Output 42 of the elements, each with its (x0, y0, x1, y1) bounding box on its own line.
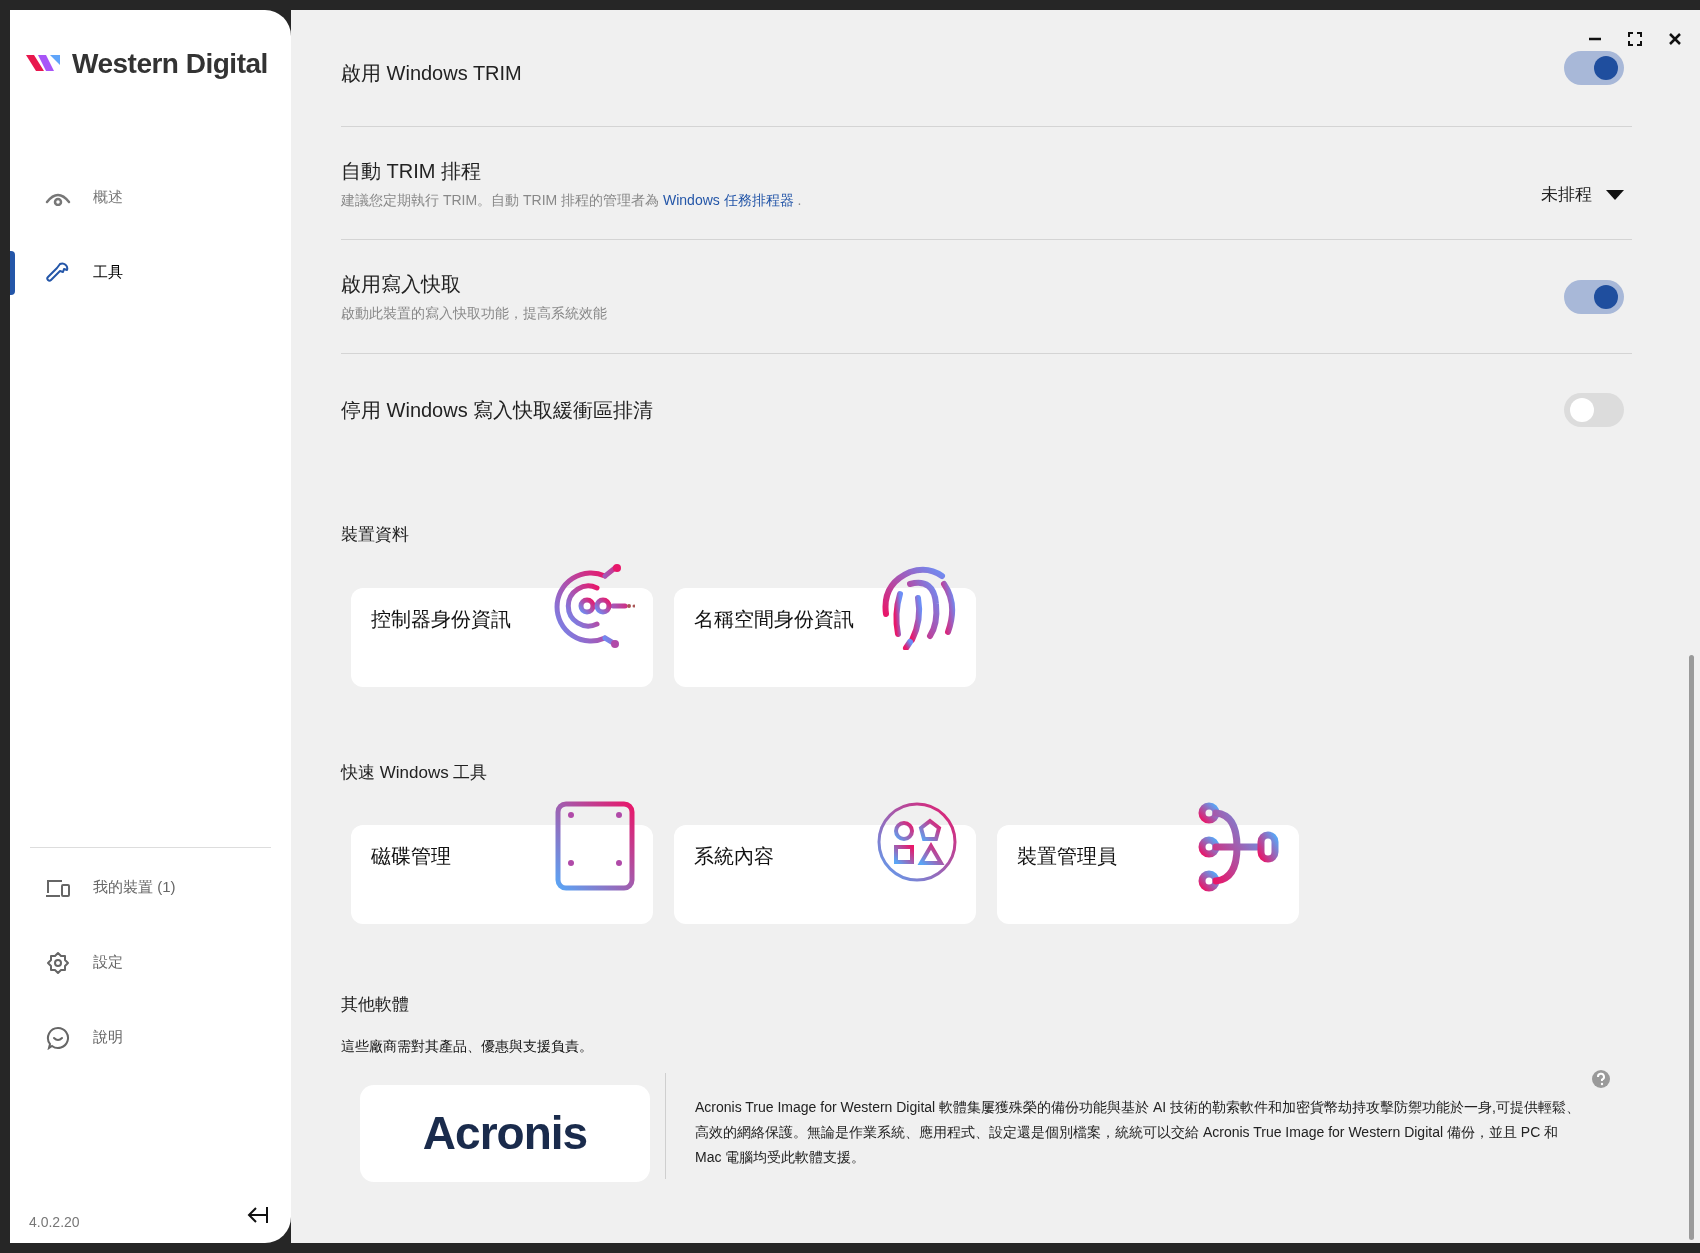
toggle-switch[interactable] (1564, 51, 1624, 85)
close-icon[interactable] (1668, 32, 1682, 46)
chat-smile-icon (45, 1025, 71, 1050)
toggle-switch[interactable] (1564, 279, 1624, 314)
nav-item[interactable]: 工具 (10, 235, 291, 310)
devices-icon (45, 877, 71, 898)
setting-title: 啟用 Windows TRIM (341, 61, 522, 86)
setting-description: 建議您定期執行 TRIM。自動 TRIM 排程的管理者為 Windows 任務排程器 . (341, 190, 802, 210)
collapse-icon[interactable] (247, 1205, 269, 1225)
settings-icon (45, 950, 71, 975)
toggle-switch[interactable] (1564, 393, 1624, 427)
tool-card[interactable]: 磁碟管理 (351, 825, 653, 924)
tool-card[interactable]: 裝置管理員 (997, 825, 1299, 924)
disk-drive-icon (555, 801, 635, 891)
target-network-icon (553, 563, 635, 648)
setting-title: 停用 Windows 寫入快取緩衝區排清 (341, 398, 654, 423)
schedule-dropdown[interactable]: 未排程 (1541, 182, 1624, 208)
section-heading: 裝置資料 (341, 524, 409, 546)
maximize-icon[interactable] (1628, 32, 1642, 46)
caret-down-icon (1606, 190, 1624, 200)
setting-description: 啟動此裝置的寫入快取功能，提高系統效能 (341, 304, 607, 323)
setting-title: 啟用寫入快取 (341, 272, 461, 297)
section-heading: 快速 Windows 工具 (341, 761, 488, 784)
acronis-logo[interactable]: Acronis (360, 1084, 650, 1182)
product-description: Acronis True Image for Western Digital 軟體集屢獲殊榮的備份功能與基於 AI 技術的勒索軟件和加密貨幣劫持攻擊防禦功能於一身,可提供輕鬆、高效的網絡保護。無論是作業系統、應用程式、設定還是個別檔案，統統可以交給 Acronis True Image for Western Digital 備份，並且 PC 和 Mac 電腦均受此軟體支援。 (694, 1097, 1581, 1167)
wrench-icon (45, 260, 71, 285)
section-heading: 其他軟體 (341, 994, 409, 1016)
vendor-note: 這些廠商需對其產品、優惠與支援負責。 (341, 1036, 593, 1056)
version-text: 4.0.2.20 (29, 1213, 80, 1232)
help-icon[interactable] (1592, 1069, 1610, 1088)
tool-card[interactable]: 控制器身份資訊 (351, 587, 653, 687)
nav-item[interactable]: 設定 (10, 925, 291, 1000)
tool-card[interactable]: 名稱空間身份資訊 (674, 587, 976, 687)
nav-item[interactable]: 我的裝置 (1) (10, 850, 291, 925)
nav-item[interactable]: 說明 (10, 1000, 291, 1075)
shapes-circle-icon (876, 801, 958, 883)
scheduler-link[interactable]: Windows 任務排程器 (663, 191, 794, 208)
setting-title: 自動 TRIM 排程 (341, 158, 481, 184)
node-tree-icon (1197, 801, 1281, 893)
tool-card[interactable]: 系統內容 (674, 825, 976, 924)
nav-item[interactable]: 概述 (10, 160, 291, 235)
logo-text: Western Digital (72, 47, 268, 81)
